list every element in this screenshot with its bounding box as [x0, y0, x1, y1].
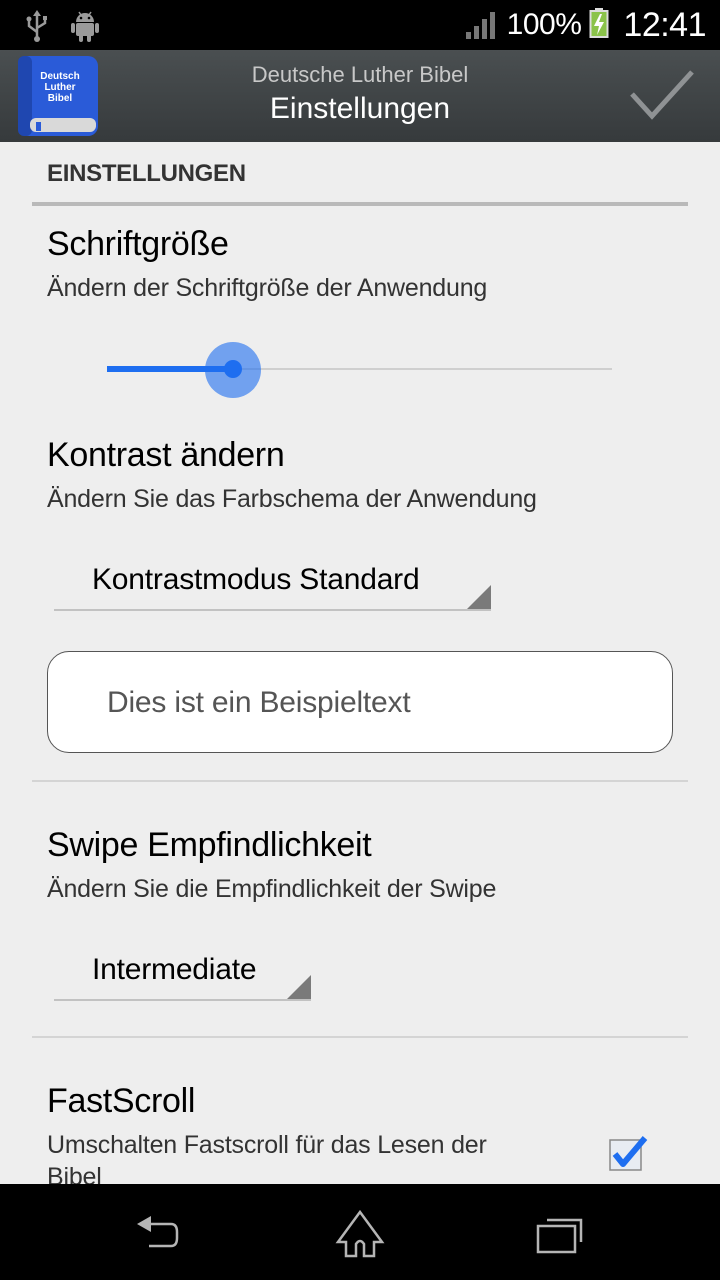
usb-icon [26, 10, 48, 47]
back-icon [137, 1216, 179, 1248]
navigation-bar [0, 1184, 720, 1280]
dropdown-arrow-icon [467, 585, 491, 609]
page-title: Einstellungen [269, 92, 451, 125]
font-size-title: Schriftgröße [47, 225, 229, 263]
divider [32, 1036, 688, 1038]
fastscroll-summary-line2: Bibel [47, 1163, 102, 1184]
swipe-selected: Intermediate [92, 953, 257, 986]
recent-apps-button[interactable] [520, 1206, 600, 1262]
battery-percent: 100% [506, 8, 582, 41]
sample-text-box: Dies ist ein Beispieltext [47, 651, 673, 753]
recent-apps-icon [536, 1218, 583, 1254]
android-debug-icon [70, 10, 100, 47]
swipe-spinner[interactable]: Intermediate [54, 953, 311, 1001]
battery-charging-icon [589, 7, 609, 44]
contrast-summary: Ändern Sie das Farbschema der Anwendung [47, 485, 537, 513]
back-button[interactable] [120, 1206, 200, 1262]
home-icon [335, 1210, 385, 1258]
swipe-title: Swipe Empfindlichkeit [47, 826, 372, 864]
category-header: EINSTELLUNGEN [47, 160, 246, 187]
fastscroll-title: FastScroll [47, 1082, 196, 1120]
font-size-slider[interactable] [107, 342, 612, 398]
divider [32, 780, 688, 782]
clock: 12:41 [623, 5, 706, 44]
category-divider [32, 202, 688, 206]
action-bar: Deutsch Luther Bibel Deutsche Luther Bib… [0, 50, 720, 142]
font-size-summary: Ändern der Schriftgröße der Anwendung [47, 274, 488, 302]
signal-strength-icon [465, 11, 495, 39]
done-button[interactable] [628, 66, 698, 126]
checkmark-icon [630, 70, 694, 120]
fastscroll-summary-line1: Umschalten Fastscroll für das Lesen der [47, 1131, 487, 1159]
contrast-selected: Kontrastmodus Standard [92, 563, 420, 596]
settings-list[interactable]: EINSTELLUNGEN Schriftgröße Ändern der Sc… [0, 142, 720, 1184]
dropdown-arrow-icon [287, 975, 311, 999]
fastscroll-checkbox[interactable] [609, 1136, 649, 1172]
sample-text: Dies ist ein Beispieltext [107, 686, 411, 719]
home-button[interactable] [320, 1206, 400, 1262]
status-bar: 100% 12:41 [0, 0, 720, 50]
swipe-summary: Ändern Sie die Empfindlichkeit der Swipe [47, 875, 497, 903]
contrast-spinner[interactable]: Kontrastmodus Standard [54, 563, 491, 611]
contrast-title: Kontrast ändern [47, 436, 285, 474]
app-subtitle: Deutsche Luther Bibel [251, 62, 469, 87]
slider-thumb[interactable] [224, 360, 242, 378]
